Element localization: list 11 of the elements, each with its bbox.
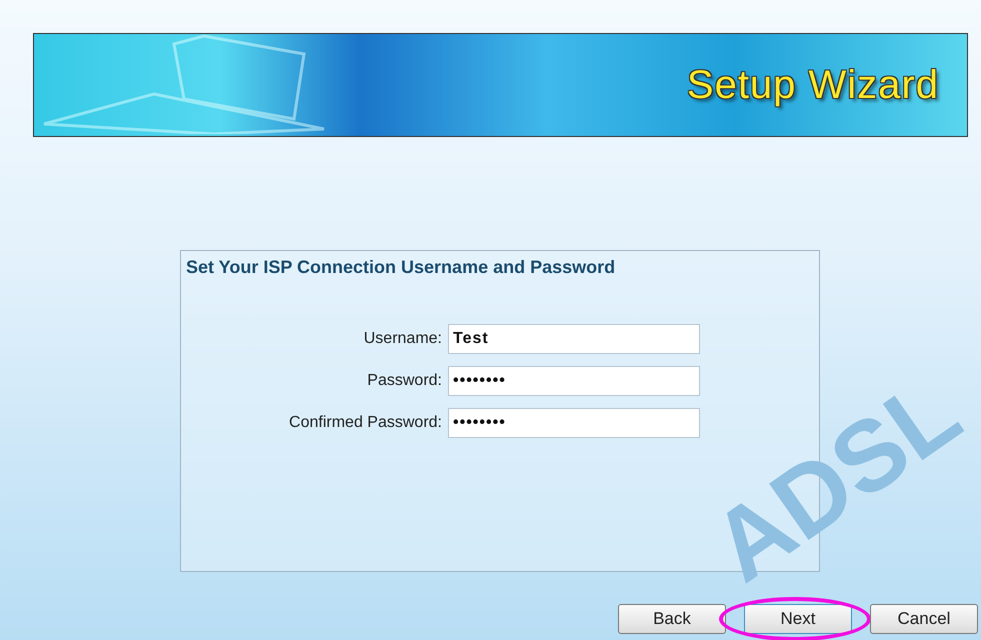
- field-label: Confirmed Password:: [289, 413, 442, 433]
- wizard-button[interactable]: Back: [618, 604, 726, 634]
- field-label: Password:: [367, 371, 442, 391]
- panel-title: Set Your ISP Connection Username and Password: [186, 257, 616, 278]
- wizard-button[interactable]: Cancel: [870, 604, 978, 634]
- input-field[interactable]: Test: [448, 324, 700, 354]
- banner-title: Setup Wizard: [686, 62, 939, 108]
- input-field[interactable]: ••••••••: [448, 366, 700, 396]
- input-field[interactable]: ••••••••: [448, 408, 700, 438]
- wizard-button[interactable]: Next: [744, 604, 852, 634]
- field-label: Username:: [364, 329, 442, 349]
